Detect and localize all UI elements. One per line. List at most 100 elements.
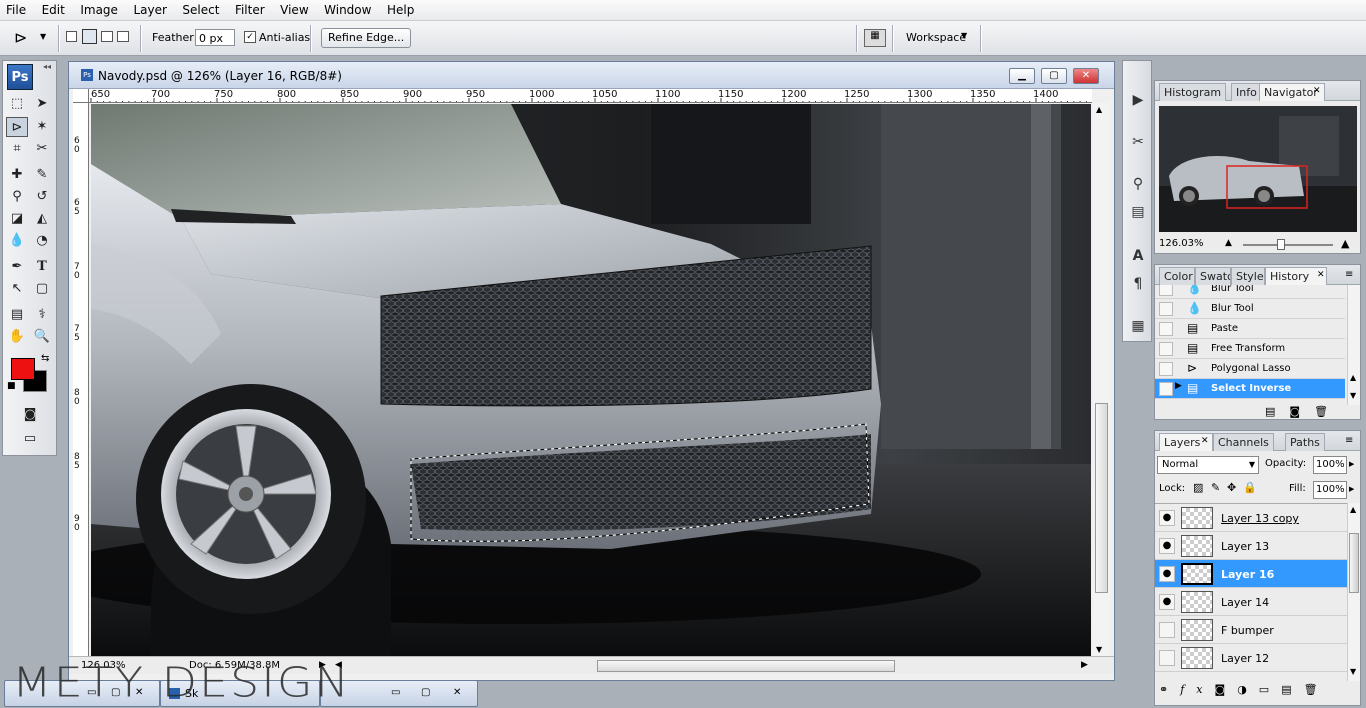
intersect-selection-icon[interactable] — [117, 31, 129, 42]
history-scrollbar[interactable]: ▲ ▼ — [1347, 285, 1360, 405]
panel-menu-icon[interactable]: ≡ — [1345, 435, 1353, 446]
new-group-icon[interactable]: ▭ — [1259, 683, 1281, 696]
window-close-icon[interactable]: ✕ — [453, 687, 461, 698]
notes-panel-icon[interactable]: ▦ — [1127, 315, 1149, 337]
tab-styles[interactable]: Styles — [1231, 267, 1265, 285]
history-item[interactable]: ▤ Paste — [1155, 319, 1345, 339]
foreground-color-swatch[interactable] — [11, 358, 35, 380]
tab-channels[interactable]: Channels — [1213, 433, 1274, 451]
adjustment-layer-icon[interactable]: ◑ — [1237, 683, 1259, 696]
vertical-scroll-thumb[interactable] — [1095, 403, 1108, 593]
layer-row[interactable]: ● Layer 13 — [1155, 532, 1347, 560]
close-button[interactable]: ✕ — [1073, 68, 1099, 84]
eye-icon[interactable]: ● — [1159, 538, 1175, 554]
close-tab-icon[interactable]: ✕ — [1201, 436, 1209, 446]
close-tab-icon[interactable]: ✕ — [1313, 86, 1321, 96]
dodge-tool-icon[interactable]: ◔ — [31, 231, 53, 251]
scroll-up-icon[interactable]: ▲ — [1350, 505, 1356, 514]
play-action-icon[interactable]: ▶ — [1127, 89, 1149, 111]
eye-icon[interactable]: ● — [1159, 510, 1175, 526]
toolbox-collapse-icon[interactable]: ◂◂ — [43, 62, 51, 71]
fill-dropdown-icon[interactable]: ▶ — [1349, 485, 1354, 493]
move-tool-icon[interactable]: ➤ — [31, 94, 53, 114]
blend-mode-select[interactable]: Normal ▼ — [1157, 456, 1259, 474]
ruler-origin[interactable] — [73, 89, 89, 103]
refine-edge-button[interactable]: Refine Edge... — [321, 28, 412, 48]
menu-image[interactable]: Image — [74, 0, 124, 17]
subtract-selection-icon[interactable] — [101, 31, 113, 42]
layer-row-selected[interactable]: ● Layer 16 — [1155, 560, 1347, 588]
brushes-palette-icon[interactable]: ▦ — [864, 29, 886, 47]
maximize-button[interactable]: ▢ — [1041, 68, 1067, 84]
fx-icon[interactable]: fx — [1180, 683, 1214, 696]
layer-comps-icon[interactable]: ▤ — [1127, 201, 1149, 223]
menu-layer[interactable]: Layer — [127, 0, 172, 17]
close-tab-icon[interactable]: ✕ — [1317, 270, 1325, 280]
menu-file[interactable]: File — [0, 0, 32, 17]
history-brush-icon[interactable]: ↺ — [31, 187, 53, 207]
zoom-in-icon[interactable]: ▲ — [1341, 237, 1349, 250]
opacity-input[interactable]: 100% — [1313, 456, 1347, 474]
scroll-down-icon[interactable]: ▼ — [1096, 645, 1102, 654]
eye-icon[interactable]: ● — [1159, 566, 1175, 582]
screen-mode-icon[interactable]: ▭ — [19, 429, 41, 449]
scroll-right-icon[interactable]: ▶ — [1081, 660, 1088, 670]
quick-mask-icon[interactable]: ◙ — [19, 405, 41, 425]
paragraph-icon[interactable]: ¶ — [1127, 273, 1149, 295]
paint-bucket-icon[interactable]: ◭ — [31, 209, 53, 229]
navigator-preview[interactable] — [1159, 106, 1357, 232]
menu-view[interactable]: View — [274, 0, 314, 17]
zoom-out-icon[interactable]: ▲ — [1225, 238, 1232, 248]
menu-filter[interactable]: Filter — [229, 0, 271, 17]
polygonal-lasso-icon[interactable]: ⊳ — [14, 28, 27, 47]
layer-row[interactable]: F bumper — [1155, 616, 1347, 644]
layer-row[interactable]: ● Layer 13 copy — [1155, 504, 1347, 532]
add-selection-icon[interactable] — [82, 29, 97, 44]
zoom-slider-track[interactable] — [1243, 244, 1333, 246]
new-selection-icon[interactable] — [66, 31, 77, 42]
layers-scroll-thumb[interactable] — [1349, 533, 1359, 593]
hand-tool-icon[interactable]: ✋ — [6, 327, 28, 347]
history-item[interactable]: ▤ Free Transform — [1155, 339, 1345, 359]
menu-help[interactable]: Help — [381, 0, 420, 17]
document-titlebar[interactable]: Ps Navody.psd @ 126% (Layer 16, RGB/8#) … — [69, 62, 1114, 89]
tools-preset-icon[interactable]: ✂ — [1127, 131, 1149, 153]
fill-input[interactable]: 100% — [1313, 481, 1347, 499]
shape-tool-icon[interactable]: ▢ — [31, 279, 53, 299]
workspace-dropdown-icon[interactable]: ▼ — [961, 31, 967, 40]
layer-row[interactable]: Layer 12 — [1155, 644, 1347, 672]
feather-input[interactable]: 0 px — [195, 29, 235, 46]
scroll-up-icon[interactable]: ▲ — [1350, 373, 1356, 382]
tab-swatches[interactable]: Swatc — [1195, 267, 1231, 285]
eye-hidden-icon[interactable] — [1159, 622, 1175, 638]
menu-window[interactable]: Window — [318, 0, 377, 17]
window-maximize-icon[interactable]: ▢ — [421, 687, 430, 698]
tab-color[interactable]: Color — [1159, 267, 1195, 285]
tool-preset-dropdown[interactable]: ▼ — [40, 32, 46, 41]
default-colors-icon[interactable]: ■ — [7, 381, 16, 391]
scroll-down-icon[interactable]: ▼ — [1350, 667, 1356, 676]
crop-tool-icon[interactable]: ⌗ — [6, 139, 28, 159]
menu-edit[interactable]: Edit — [36, 0, 71, 17]
zoom-tool-icon[interactable]: 🔍 — [31, 327, 53, 347]
image-canvas[interactable] — [91, 104, 1091, 656]
layer-row[interactable]: ● Layer 14 — [1155, 588, 1347, 616]
layer-mask-icon[interactable]: ◙ — [1215, 683, 1238, 696]
clone-source-icon[interactable]: ⚲ — [1127, 173, 1149, 195]
eyedropper-tool-icon[interactable]: ⚕ — [31, 305, 53, 325]
new-document-icon[interactable]: ▤ — [1265, 405, 1289, 418]
zoom-slider-thumb[interactable] — [1277, 239, 1285, 250]
magic-wand-tool-icon[interactable]: ✶ — [31, 117, 53, 137]
scroll-down-icon[interactable]: ▼ — [1350, 391, 1356, 400]
snapshot-icon[interactable]: ◙ — [1289, 405, 1314, 418]
opacity-dropdown-icon[interactable]: ▶ — [1349, 460, 1354, 468]
workspace-menu[interactable]: Workspace — [906, 31, 966, 44]
vertical-scrollbar[interactable]: ▲ ▼ — [1093, 103, 1110, 658]
notes-tool-icon[interactable]: ▤ — [6, 305, 28, 325]
eye-icon[interactable]: ● — [1159, 594, 1175, 610]
lock-brush-icon[interactable]: ✎ — [1211, 481, 1220, 494]
tab-histogram[interactable]: Histogram — [1159, 83, 1227, 101]
pen-tool-icon[interactable]: ✒ — [6, 257, 28, 277]
minimize-button[interactable]: ▁ — [1009, 68, 1035, 84]
navigator-zoom-value[interactable]: 126.03% — [1159, 238, 1204, 249]
